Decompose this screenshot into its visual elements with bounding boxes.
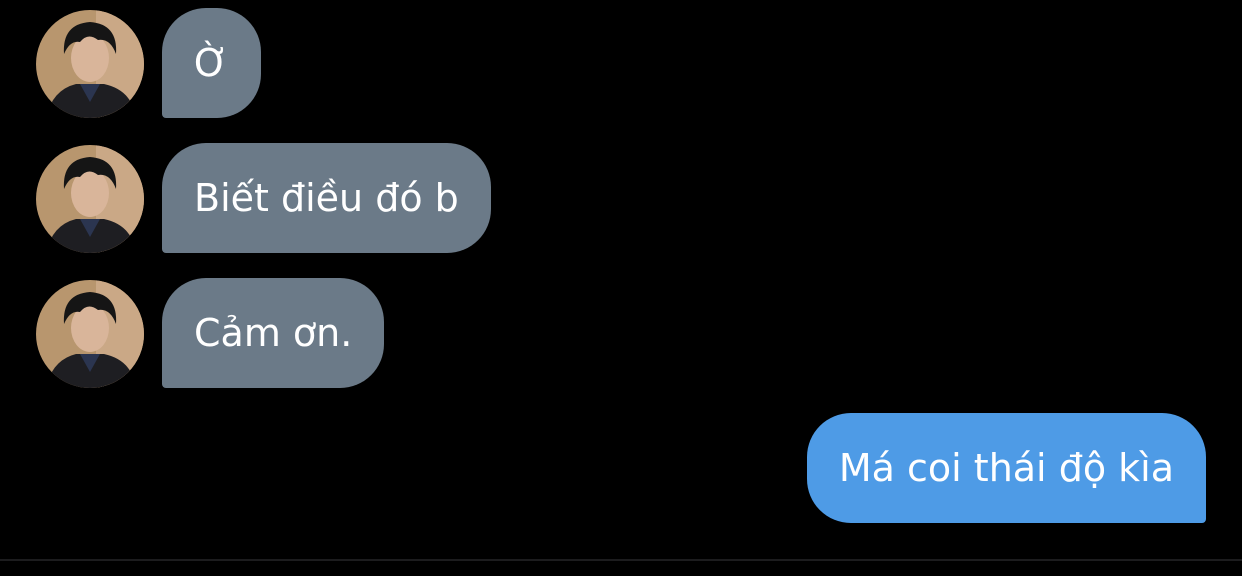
message-row-incoming: Ờ [36, 8, 261, 118]
incoming-message-bubble[interactable]: Cảm ơn. [162, 278, 385, 388]
message-row-incoming: Cảm ơn. [36, 278, 385, 388]
message-row-incoming: Biết điều đó b [36, 143, 491, 253]
message-row-outgoing: Má coi thái độ kìa [806, 413, 1206, 523]
contact-avatar[interactable] [36, 280, 144, 388]
contact-avatar[interactable] [36, 10, 144, 118]
composer-divider [0, 559, 1242, 561]
contact-avatar[interactable] [36, 145, 144, 253]
chat-transcript: Ờ Biết điều đó b Cảm ơn. Má coi thái độ … [0, 0, 1242, 576]
avatar-photo-icon [36, 280, 144, 388]
avatar-photo-icon [36, 10, 144, 118]
incoming-message-bubble[interactable]: Biết điều đó b [162, 143, 491, 253]
outgoing-message-bubble[interactable]: Má coi thái độ kìa [806, 413, 1206, 523]
avatar-photo-icon [36, 145, 144, 253]
incoming-message-bubble[interactable]: Ờ [162, 8, 261, 118]
